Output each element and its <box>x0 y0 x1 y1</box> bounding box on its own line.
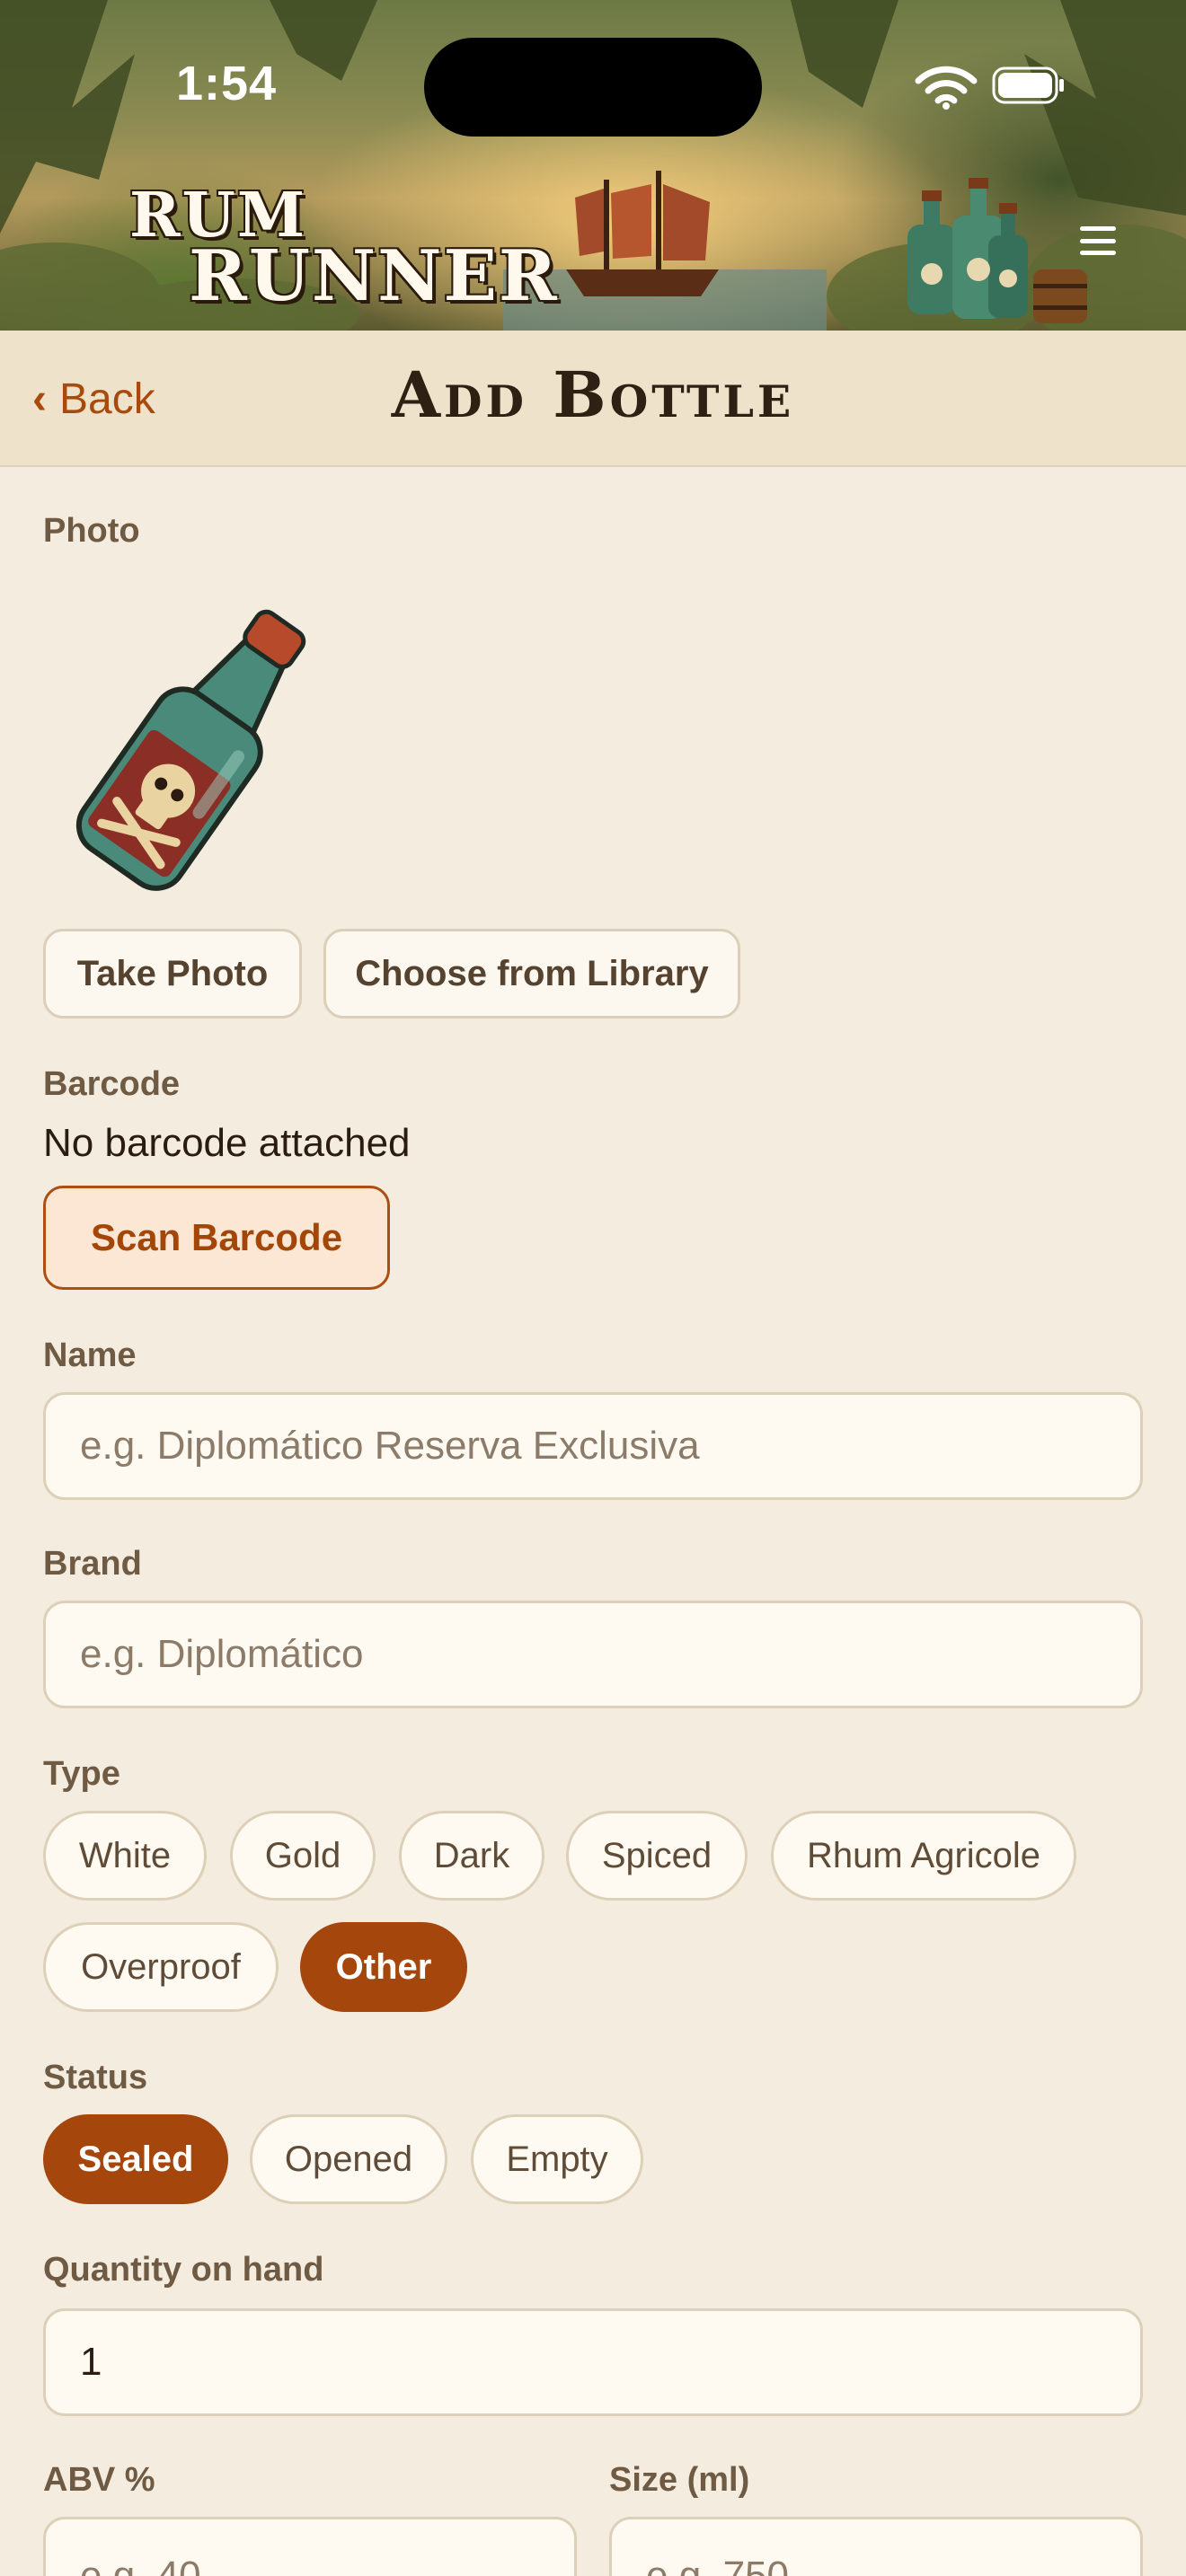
take-photo-button[interactable]: Take Photo <box>43 929 302 1019</box>
header-banner: 1:54 RUM RUNNER <box>0 0 1186 331</box>
page-title: Add Bottle <box>391 357 795 432</box>
type-chip-rhum-agricole[interactable]: Rhum Agricole <box>771 1811 1076 1901</box>
abv-placeholder: e.g. 40 <box>80 2554 201 2576</box>
type-chip-dark[interactable]: Dark <box>399 1811 544 1901</box>
type-chip-other[interactable]: Other <box>300 1922 467 2012</box>
status-chip-empty[interactable]: Empty <box>471 2114 643 2204</box>
menu-button[interactable] <box>1075 223 1121 259</box>
type-chip-white[interactable]: White <box>43 1811 207 1901</box>
ship-illustration <box>566 171 719 296</box>
type-label: Type <box>43 1755 120 1793</box>
name-input[interactable]: e.g. Diplomático Reserva Exclusiva <box>43 1392 1143 1500</box>
brand-label: Brand <box>43 1545 142 1583</box>
barcode-label: Barcode <box>43 1065 181 1103</box>
type-chip-spiced[interactable]: Spiced <box>566 1811 748 1901</box>
nav-bar: ‹ Back Add Bottle <box>0 331 1186 467</box>
barcode-status: No barcode attached <box>43 1121 411 1165</box>
abv-input[interactable]: e.g. 40 <box>43 2517 577 2576</box>
status-time: 1:54 <box>176 57 278 110</box>
brand-placeholder: e.g. Diplomático <box>80 1632 364 1676</box>
battery-icon <box>992 66 1064 104</box>
wifi-icon <box>915 66 978 110</box>
hamburger-icon <box>1080 226 1116 231</box>
name-placeholder: e.g. Diplomático Reserva Exclusiva <box>80 1424 700 1468</box>
size-input[interactable]: e.g. 750 <box>609 2517 1143 2576</box>
type-chip-overproof[interactable]: Overproof <box>43 1922 279 2012</box>
type-chip-gold[interactable]: Gold <box>230 1811 376 1901</box>
status-label: Status <box>43 2059 148 2096</box>
status-chip-opened[interactable]: Opened <box>250 2114 447 2204</box>
choose-library-button[interactable]: Choose from Library <box>323 929 740 1019</box>
size-label: Size (ml) <box>609 2461 750 2499</box>
quantity-value: 1 <box>80 2340 102 2384</box>
dynamic-island <box>424 38 762 137</box>
abv-label: ABV % <box>43 2461 155 2499</box>
status-chip-sealed[interactable]: Sealed <box>43 2114 228 2204</box>
brand-input[interactable]: e.g. Diplomático <box>43 1601 1143 1708</box>
name-label: Name <box>43 1337 137 1374</box>
photo-label: Photo <box>43 512 140 550</box>
size-placeholder: e.g. 750 <box>646 2554 790 2576</box>
quantity-input[interactable]: 1 <box>43 2308 1143 2416</box>
quantity-label: Quantity on hand <box>43 2251 324 2289</box>
app-logo: RUM RUNNER <box>129 180 559 317</box>
bottle-photo[interactable] <box>47 568 352 891</box>
scan-barcode-button[interactable]: Scan Barcode <box>43 1186 390 1290</box>
